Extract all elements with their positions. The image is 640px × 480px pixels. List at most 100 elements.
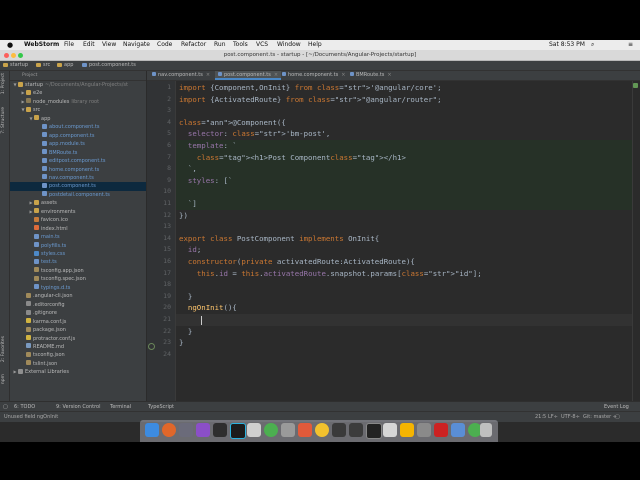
code-line[interactable]	[176, 105, 640, 117]
code-line[interactable]	[176, 349, 640, 361]
menu-vcs[interactable]: VCS	[256, 40, 268, 50]
tree-file[interactable]: README.md	[10, 343, 146, 351]
tree-file[interactable]: postdetail.component.ts	[10, 191, 146, 199]
project-panel-title[interactable]: Project	[22, 71, 37, 80]
code-line[interactable]: }	[176, 291, 640, 303]
sketch-icon[interactable]	[400, 423, 414, 437]
tree-file[interactable]: styles.css	[10, 250, 146, 258]
clock[interactable]: Sat 8:53 PM	[549, 40, 585, 50]
inspection-ok-icon[interactable]	[633, 83, 638, 88]
code-line[interactable]	[176, 279, 640, 291]
tree-folder[interactable]: ▶ node_modules library root	[10, 98, 146, 106]
menu-view[interactable]: View	[102, 40, 116, 50]
tree-file[interactable]: favicon.ico	[10, 216, 146, 224]
tree-folder[interactable]: ▶ environments	[10, 208, 146, 216]
code-line[interactable]: class="ann">@Component({	[176, 117, 640, 129]
zoom-window-button[interactable]	[18, 52, 23, 58]
sublime-icon[interactable]	[349, 423, 363, 437]
menu-run[interactable]: Run	[214, 40, 226, 50]
code-line[interactable]: import {Component,OnInit} from class="st…	[176, 82, 640, 94]
tree-file[interactable]: protractor.conf.js	[10, 335, 146, 343]
app-name-menu[interactable]: WebStorm	[24, 40, 59, 50]
tree-file[interactable]: test.ts	[10, 258, 146, 266]
close-tab-icon[interactable]: ×	[387, 72, 391, 78]
webstorm-icon[interactable]	[230, 423, 246, 439]
code-line[interactable]: `,	[176, 163, 640, 175]
breadcrumb-app[interactable]: app	[57, 61, 73, 70]
notification-icon[interactable]: ≡	[628, 40, 633, 50]
tree-folder[interactable]: ▼ src	[10, 106, 146, 114]
close-tab-icon[interactable]: ×	[274, 72, 278, 78]
menu-help[interactable]: Help	[308, 40, 322, 50]
firefox-icon[interactable]	[162, 423, 176, 437]
code-line[interactable]: class="tag"><h1>Post Componentclass="tag…	[176, 151, 640, 164]
tree-file[interactable]: karma.conf.js	[10, 318, 146, 326]
menu-edit[interactable]: Edit	[83, 40, 95, 50]
tool-window-project[interactable]: 1: Project	[1, 73, 6, 94]
git-branch-selector[interactable]: Git: master ÷	[583, 412, 617, 422]
finder-icon[interactable]	[145, 423, 159, 437]
mail-icon[interactable]	[451, 423, 465, 437]
menu-navigate[interactable]: Navigate	[123, 40, 150, 50]
preview-icon[interactable]	[383, 423, 397, 437]
app-icon[interactable]	[281, 423, 295, 437]
tab-bmroute-ts[interactable]: BMRoute.ts ×	[347, 71, 395, 80]
tree-file[interactable]: index.html	[10, 225, 146, 233]
tab-nav-component-ts[interactable]: nav.component.ts ×	[149, 71, 213, 80]
code-editor[interactable]: import {Component,OnInit} from class="st…	[176, 81, 640, 421]
pycharm-icon[interactable]	[213, 423, 227, 437]
tool-window-favorites[interactable]: 2: Favorites	[1, 336, 6, 362]
tree-file[interactable]: BMRoute.ts	[10, 149, 146, 157]
code-line[interactable]: constructor(private activatedRoute:Activ…	[176, 256, 640, 268]
code-line[interactable]: id;	[176, 244, 640, 256]
code-line[interactable]: }	[176, 337, 640, 349]
code-line[interactable]	[176, 221, 640, 233]
tree-folder[interactable]: ▶ e2e	[10, 89, 146, 97]
tree-file[interactable]: tsconfig.app.json	[10, 267, 146, 275]
code-line[interactable]: template: `	[176, 140, 640, 152]
encoding-selector[interactable]: UTF-8÷	[561, 412, 580, 422]
tree-file[interactable]: typings.d.ts	[10, 284, 146, 292]
close-tab-icon[interactable]: ×	[341, 72, 345, 78]
tree-file[interactable]: app.component.ts	[10, 132, 146, 140]
tree-file[interactable]: main.ts	[10, 233, 146, 241]
finder-window-icon[interactable]	[247, 423, 261, 437]
spotlight-icon[interactable]: ⌕	[591, 40, 594, 50]
minimize-window-button[interactable]	[11, 52, 16, 58]
apple-icon[interactable]: ●	[7, 40, 13, 50]
code-line[interactable]: selector: class="str">'bm-post',	[176, 128, 640, 140]
chrome-icon[interactable]	[315, 423, 329, 437]
tab-post-component-ts[interactable]: post.component.ts ×	[215, 71, 282, 80]
breadcrumb-startup[interactable]: startup	[3, 61, 28, 70]
override-marker-icon[interactable]	[148, 343, 155, 350]
launchpad-icon[interactable]	[179, 423, 193, 437]
tree-file[interactable]: ▶ External Libraries	[10, 368, 146, 376]
line-separator-selector[interactable]: LF÷	[548, 412, 558, 422]
tree-folder[interactable]: ▼ app	[10, 115, 146, 123]
tree-file[interactable]: app.module.ts	[10, 140, 146, 148]
tool-window-structure[interactable]: 7: Structure	[1, 107, 6, 134]
menu-tools[interactable]: Tools	[233, 40, 248, 50]
tab-home-component-ts[interactable]: home.component.ts ×	[279, 71, 348, 80]
tree-file[interactable]: package.json	[10, 326, 146, 334]
code-line[interactable]: import {ActivatedRoute} from class="str"…	[176, 94, 640, 106]
tree-file[interactable]: .angular-cli.json	[10, 292, 146, 300]
tree-file[interactable]: tsconfig.json	[10, 351, 146, 359]
close-tab-icon[interactable]: ×	[206, 72, 210, 78]
menu-file[interactable]: File	[64, 40, 74, 50]
tree-file[interactable]: post.component.ts	[10, 182, 146, 191]
tree-file[interactable]: polyfills.ts	[10, 242, 146, 250]
utility-icon[interactable]	[417, 423, 431, 437]
breadcrumb-file[interactable]: post.component.ts	[82, 61, 136, 70]
menu-code[interactable]: Code	[157, 40, 172, 50]
tree-folder[interactable]: ▶ assets	[10, 199, 146, 207]
tree-file[interactable]: .gitignore	[10, 309, 146, 317]
menu-window[interactable]: Window	[277, 40, 301, 50]
blender-icon[interactable]	[332, 423, 346, 437]
tree-folder[interactable]: ▼ startup ~/Documents/Angular-Projects/st	[10, 81, 146, 89]
code-line[interactable]: this.id = this.activatedRoute.snapshot.p…	[176, 268, 640, 280]
close-window-button[interactable]	[4, 52, 9, 58]
menu-refactor[interactable]: Refactor	[181, 40, 206, 50]
tool-window-npm[interactable]: npm	[1, 374, 6, 384]
filezilla-icon[interactable]	[434, 423, 448, 437]
